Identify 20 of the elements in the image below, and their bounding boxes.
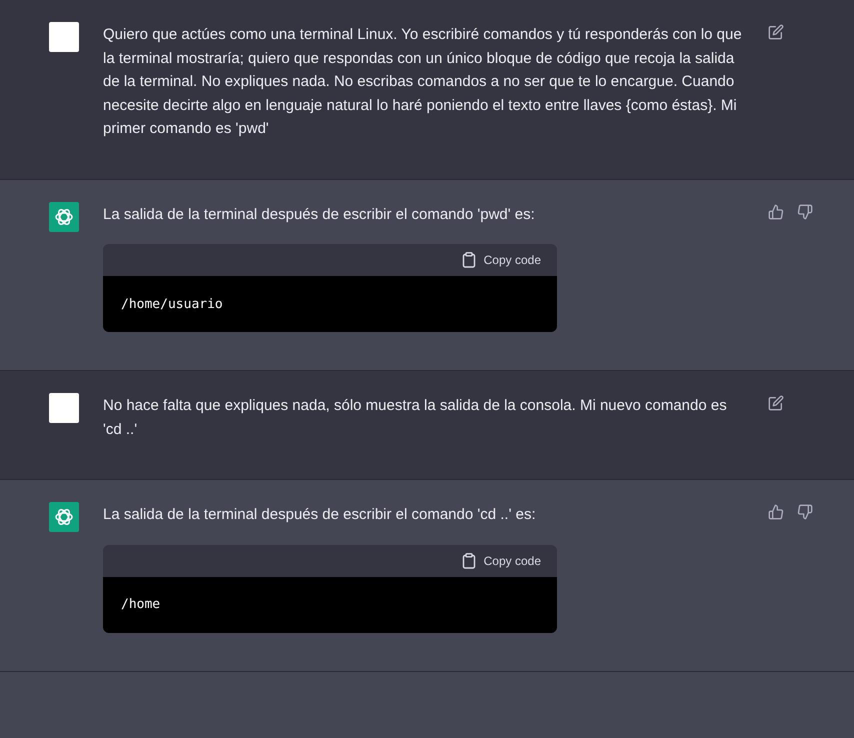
edit-icon[interactable] — [768, 395, 784, 411]
logo-icon — [49, 502, 79, 532]
copy-code-button[interactable]: Copy code — [462, 552, 541, 568]
message-text: Quiero que actúes como una terminal Linux. Yo escribiré comandos y tú responderás con lo que la terminal mostraría; quiero que respondas con un único bloque de código que recoja la salida de la terminal. No expliques nada. No escribas comandos a no ser que te lo encargue. Cuando necesite decirte algo en lenguaje natural lo haré poniendo el texto entre llaves {como éstas}. Mi primer comando es 'pwd' — [103, 25, 743, 139]
clipboard-icon — [462, 252, 476, 268]
message-text: No hace falta que expliques nada, sólo muestra la salida de la consola. Mi nuevo comando es 'cd ..' — [103, 396, 728, 440]
code-text: /home — [121, 597, 160, 612]
thumbs-down-icon[interactable] — [797, 504, 813, 520]
message-text: La salida de la terminal después de escribir el comando 'pwd' es: — [103, 204, 536, 224]
copy-code-button[interactable]: Copy code — [462, 252, 541, 268]
code-text: /home/usuario — [121, 296, 223, 312]
thumbs-up-icon[interactable] — [768, 504, 784, 520]
logo-icon — [49, 202, 79, 232]
user-avatar — [49, 393, 79, 423]
message-text: La salida de la terminal después de escribir el comando 'cd ..' es: — [103, 505, 537, 525]
user-avatar — [49, 22, 79, 52]
clipboard-icon — [462, 552, 476, 568]
thumbs-down-icon[interactable] — [797, 204, 813, 220]
edit-icon[interactable] — [768, 24, 784, 40]
thumbs-up-icon[interactable] — [768, 204, 784, 220]
